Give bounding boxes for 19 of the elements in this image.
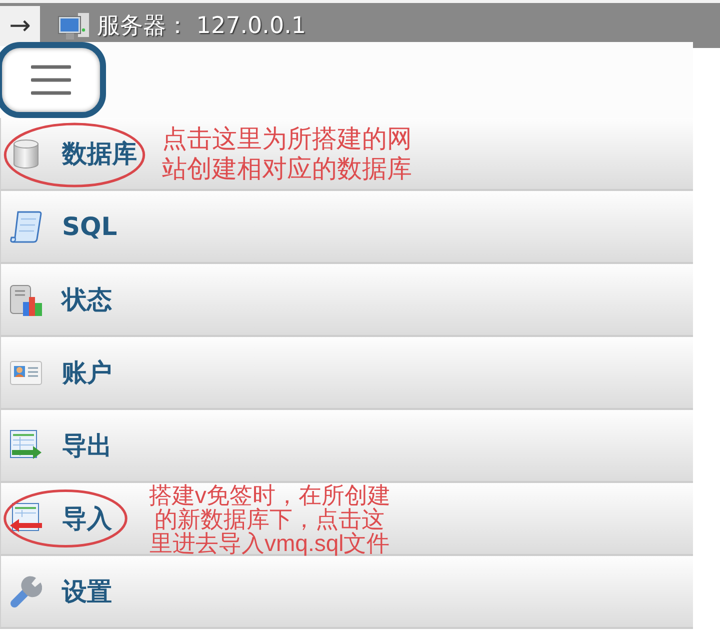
server-title: 服务器： 127.0.0.1 xyxy=(97,12,306,41)
menu-button[interactable] xyxy=(0,42,106,118)
scroll-icon xyxy=(10,210,42,242)
wrench-icon xyxy=(10,576,42,608)
table-arrow-right-icon xyxy=(10,430,42,462)
annotation-text: 点击这里为所搭建的网站创建相对应的数据库 xyxy=(162,124,413,184)
menu-item[interactable]: 导出 xyxy=(0,410,693,483)
id-card-icon xyxy=(10,360,42,384)
annotation-text: 搭建v免签时，在所创建的新数据库下，点击这里进去导入vmq.sql文件 xyxy=(148,483,392,555)
menu-item[interactable]: 设置 xyxy=(0,556,693,629)
server-chart-icon xyxy=(10,284,42,316)
database-icon xyxy=(13,138,39,168)
menu-item[interactable]: 账户 xyxy=(0,337,693,410)
menu-item[interactable]: SQL xyxy=(0,191,693,264)
table-arrow-left-icon xyxy=(10,502,42,534)
menu-icon xyxy=(31,65,71,95)
computer-icon xyxy=(58,12,90,40)
arrow-button[interactable]: → xyxy=(0,6,40,46)
menu-item[interactable]: 状态 xyxy=(0,264,693,337)
